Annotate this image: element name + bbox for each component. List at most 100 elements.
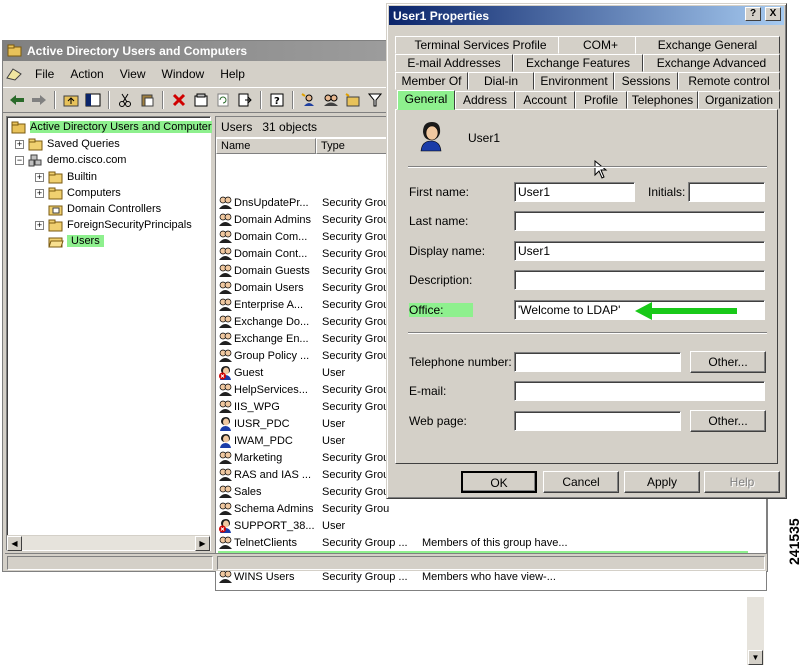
group-icon [218,484,233,499]
menu-window[interactable]: Window [154,65,213,83]
first-name-field[interactable]: User1 [514,182,635,202]
list-vertical-scrollbar[interactable]: ▼ [747,597,764,665]
up-folder-icon[interactable] [61,90,81,110]
table-row[interactable]: Schema Admins Security Grou [218,500,748,517]
tab-terminal-services-profile[interactable]: Terminal Services Profile [395,36,566,54]
scroll-left-icon[interactable]: ◀ [7,536,22,551]
show-tree-icon[interactable] [83,90,103,110]
tab-account[interactable]: Account [515,91,575,109]
tab-telephones[interactable]: Telephones [627,91,698,109]
tab-remote-control[interactable]: Remote control [678,72,780,90]
properties-icon[interactable] [191,90,211,110]
display-name-field[interactable]: User1 [514,241,765,261]
apply-button[interactable]: Apply [624,471,700,493]
back-arrow-icon[interactable] [7,90,27,110]
tree-pane[interactable]: Active Directory Users and Computer + Sa… [6,116,212,551]
close-button[interactable]: X [765,7,781,21]
row-type: Security Grou [322,264,390,277]
delete-icon[interactable] [169,90,189,110]
table-row[interactable]: TelnetClients Security Group ... Members o… [218,534,748,551]
row-name: Enterprise A... [234,298,304,311]
menu-action[interactable]: Action [62,65,111,83]
refresh-icon[interactable] [213,90,233,110]
aduc-app-icon [7,44,22,57]
tree-item-builtin[interactable]: + Builtin [35,169,97,185]
tab-address[interactable]: Address [455,91,515,109]
help-button[interactable]: Help [704,471,780,493]
web-page-other-button[interactable]: Other... [690,410,766,432]
tab-member-of[interactable]: Member Of [395,72,468,90]
table-row[interactable]: SUPPORT_38... User [218,517,748,534]
column-header-type[interactable]: Type [316,138,396,154]
ou-folder-icon [48,205,63,215]
new-group-icon[interactable] [321,90,341,110]
row-type: Security Group ... [322,536,408,549]
tab-dial-in[interactable]: Dial-in [468,72,534,90]
new-ou-icon[interactable] [343,90,363,110]
telephone-label: Telephone number: [409,355,512,369]
tree-item-label: Builtin [67,171,97,183]
menu-help[interactable]: Help [212,65,253,83]
svg-text:?: ? [274,96,280,107]
web-page-field[interactable] [514,411,681,431]
tab-sessions[interactable]: Sessions [614,72,678,90]
tree-item-domain-controllers[interactable]: Domain Controllers [48,201,161,217]
tab-exchange-advanced[interactable]: Exchange Advanced [643,54,780,72]
scroll-right-icon[interactable]: ▶ [195,536,210,551]
column-header-name[interactable]: Name [216,138,316,154]
tree-item-users[interactable]: Users [48,233,104,249]
tree-item-root[interactable]: Active Directory Users and Computer [11,119,212,135]
tab-email-addresses[interactable]: E-mail Addresses [395,54,513,72]
row-name: HelpServices... [234,383,308,396]
tab-organization[interactable]: Organization [698,91,780,109]
tab-com-plus[interactable]: COM+ [558,36,643,54]
description-field[interactable] [514,270,765,290]
tree-item-foreign-security-principals[interactable]: + ForeignSecurityPrincipals [35,217,192,233]
email-field[interactable] [514,381,765,401]
row-type: Security Grou [322,247,390,260]
mmc-icon[interactable] [5,66,23,82]
tab-exchange-general[interactable]: Exchange General [635,36,780,54]
row-type: Security Grou [322,230,390,243]
paste-icon[interactable] [137,90,157,110]
row-type: Security Grou [322,349,390,362]
tab-exchange-features[interactable]: Exchange Features [513,54,643,72]
office-label: Office: [409,303,474,317]
tree-item-computers[interactable]: + Computers [35,185,121,201]
row-type: Security Group ... [322,570,408,583]
scroll-down-icon[interactable]: ▼ [748,650,763,665]
export-list-icon[interactable] [235,90,255,110]
web-page-label: Web page: [409,414,467,428]
collapse-icon[interactable]: − [15,155,24,165]
tree-horizontal-scrollbar[interactable]: ◀ ▶ [7,535,210,551]
menu-view[interactable]: View [112,65,154,83]
help-icon[interactable]: ? [267,90,287,110]
menu-file[interactable]: File [27,65,62,83]
group-icon [218,535,233,550]
last-name-field[interactable] [514,211,765,231]
initials-field[interactable] [688,182,765,202]
dialog-title-bar[interactable]: User1 Properties [389,6,784,25]
cut-icon[interactable] [115,90,135,110]
tab-profile[interactable]: Profile [575,91,627,109]
tab-general[interactable]: General [397,90,455,110]
help-question-button[interactable]: ? [745,7,761,21]
cancel-button[interactable]: Cancel [543,471,619,493]
tree-item-domain[interactable]: − demo.cisco.com [15,152,126,168]
filter-icon[interactable] [365,90,385,110]
telephone-field[interactable] [514,352,681,372]
row-type: User [322,366,346,379]
tree-item-saved-queries[interactable]: + Saved Queries [15,136,120,152]
expand-icon[interactable]: + [35,172,44,182]
forward-arrow-icon[interactable] [29,90,49,110]
expand-icon[interactable]: + [35,220,44,230]
telephone-other-button[interactable]: Other... [690,351,766,373]
expand-icon[interactable]: + [35,188,44,198]
ok-button[interactable]: OK [461,471,537,493]
tab-environment[interactable]: Environment [534,72,614,90]
tree-item-label: Saved Queries [47,138,120,150]
aduc-root-icon [11,121,26,133]
new-user-icon[interactable] [299,90,319,110]
expand-icon[interactable]: + [15,139,24,149]
row-type: Security Grou [322,502,390,515]
